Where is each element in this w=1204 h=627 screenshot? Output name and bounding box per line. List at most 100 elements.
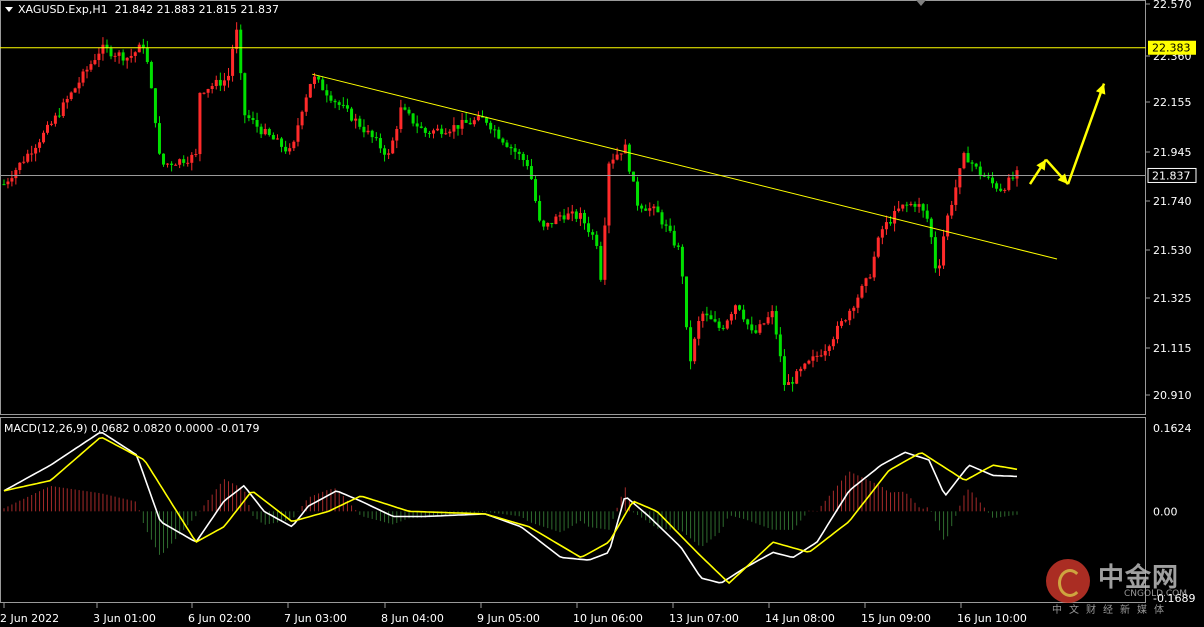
candle bbox=[505, 139, 509, 148]
projection-arrow[interactable] bbox=[1028, 158, 1048, 185]
candle bbox=[218, 72, 222, 92]
candle bbox=[860, 284, 864, 299]
projection-arrows bbox=[1028, 83, 1106, 185]
candle bbox=[640, 203, 644, 213]
candle bbox=[489, 120, 493, 134]
candle bbox=[693, 337, 697, 365]
candle bbox=[186, 156, 190, 167]
candle bbox=[721, 324, 725, 331]
candle bbox=[725, 319, 729, 330]
candle bbox=[517, 148, 521, 161]
candle bbox=[210, 82, 214, 94]
projection-arrow[interactable] bbox=[1066, 83, 1106, 185]
cngold-logo-icon bbox=[1046, 559, 1090, 603]
candle bbox=[823, 344, 827, 361]
candle bbox=[529, 158, 533, 180]
candle bbox=[460, 113, 464, 135]
candle bbox=[358, 115, 362, 130]
candle bbox=[815, 351, 819, 362]
candle bbox=[440, 124, 444, 138]
candle bbox=[38, 138, 42, 153]
candle bbox=[300, 110, 304, 130]
candle bbox=[415, 115, 419, 134]
candle bbox=[337, 100, 341, 111]
candle bbox=[1007, 173, 1011, 192]
watermark-domain: CNGOLD.COM bbox=[1124, 589, 1188, 599]
candle bbox=[22, 156, 26, 165]
candle bbox=[166, 163, 170, 168]
candle bbox=[827, 344, 831, 357]
candle bbox=[991, 172, 995, 188]
time-tick-label: 14 Jun 08:00 bbox=[765, 612, 835, 625]
chart-menu-icon[interactable] bbox=[5, 7, 13, 12]
time-tick-label: 15 Jun 09:00 bbox=[861, 612, 931, 625]
candle bbox=[178, 158, 182, 169]
macd-tick-label: 0.00 bbox=[1153, 505, 1178, 518]
candle bbox=[10, 170, 14, 187]
candle bbox=[778, 327, 782, 363]
candle bbox=[701, 311, 705, 328]
candle bbox=[978, 161, 982, 180]
price-tag-label: 22.383 bbox=[1152, 42, 1191, 55]
candle bbox=[787, 374, 791, 386]
trendline[interactable] bbox=[312, 73, 1058, 260]
time-tick-label: 13 Jun 07:00 bbox=[669, 612, 739, 625]
candle bbox=[182, 155, 186, 167]
candle bbox=[562, 208, 566, 223]
candle bbox=[774, 305, 778, 340]
candle bbox=[345, 98, 349, 112]
candle bbox=[476, 111, 480, 122]
candle bbox=[26, 149, 30, 164]
candle bbox=[14, 167, 18, 185]
candle bbox=[354, 113, 358, 129]
candle bbox=[493, 125, 497, 138]
candle bbox=[407, 106, 411, 116]
watermark: 中金网 CNGOLD.COM 中文财经新媒体 bbox=[1046, 555, 1196, 616]
candle bbox=[153, 88, 157, 128]
price-tick-label: 20.910 bbox=[1153, 389, 1192, 402]
candle bbox=[284, 140, 288, 154]
candle bbox=[333, 98, 337, 109]
candle bbox=[974, 162, 978, 170]
candle bbox=[933, 231, 937, 273]
candle bbox=[497, 126, 501, 140]
candle bbox=[852, 305, 856, 319]
candle bbox=[876, 236, 880, 259]
time-tick-label: 3 Jun 01:00 bbox=[93, 612, 156, 625]
candle bbox=[509, 144, 513, 155]
candle bbox=[296, 118, 300, 147]
chart-canvas[interactable]: 22.57022.36022.15521.94521.74021.53021.3… bbox=[0, 0, 1204, 627]
candle bbox=[966, 146, 970, 163]
candle bbox=[423, 126, 427, 137]
time-tick-label: 16 Jun 10:00 bbox=[957, 612, 1027, 625]
candle bbox=[636, 176, 640, 211]
candle bbox=[603, 217, 607, 285]
candle bbox=[271, 132, 275, 140]
candle bbox=[611, 153, 615, 169]
candle bbox=[113, 52, 117, 62]
price-tick-label: 21.740 bbox=[1153, 195, 1192, 208]
candle bbox=[97, 47, 101, 68]
candle bbox=[762, 322, 766, 326]
scroll-shift-marker[interactable] bbox=[916, 0, 926, 6]
candle bbox=[34, 144, 38, 162]
candle bbox=[45, 121, 49, 135]
candle bbox=[222, 72, 226, 92]
candle bbox=[791, 376, 795, 392]
candle bbox=[366, 124, 370, 135]
candle bbox=[758, 319, 762, 335]
candle bbox=[599, 241, 603, 282]
time-tick-label: 6 Jun 02:00 bbox=[188, 612, 251, 625]
chart-window: 22.570 22.360 22.155 21.945 21.740 21.530 21.3… bbox=[0, 0, 1204, 627]
projection-arrow[interactable] bbox=[1045, 158, 1069, 185]
candle bbox=[162, 153, 166, 167]
candle bbox=[770, 305, 774, 325]
candle bbox=[395, 125, 399, 149]
candle bbox=[644, 204, 648, 211]
candle bbox=[53, 112, 57, 127]
candle bbox=[65, 95, 69, 109]
candle bbox=[872, 251, 876, 281]
candle bbox=[275, 134, 279, 140]
candle bbox=[554, 213, 558, 225]
candle bbox=[864, 277, 868, 293]
